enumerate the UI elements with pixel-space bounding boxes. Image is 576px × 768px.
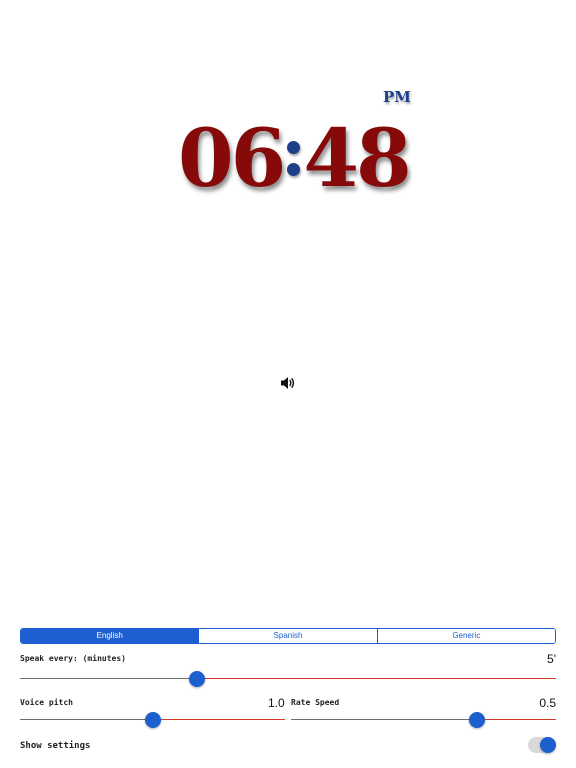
colon-dot-bottom <box>287 162 301 176</box>
slider-thumb[interactable] <box>468 712 485 728</box>
colon-dot-top <box>287 140 301 154</box>
clock-minutes: 48 <box>303 111 411 205</box>
rate-speed-value: 0.5 <box>539 696 556 710</box>
rate-speed-slider[interactable] <box>291 711 556 729</box>
speak-every-value: 5' <box>547 652 556 666</box>
clock-colon <box>287 110 301 206</box>
voice-pitch-value: 1.0 <box>268 696 285 710</box>
show-settings-label: Show settings <box>20 741 91 751</box>
slider-track-max <box>152 719 285 720</box>
speak-every-label: Speak every: (minutes) <box>20 654 126 663</box>
language-tab-english[interactable]: English <box>21 629 199 643</box>
language-selector: English Spanish Generic <box>20 628 556 644</box>
language-tab-spanish[interactable]: Spanish <box>198 629 377 643</box>
digital-clock: 06 48 <box>178 110 412 206</box>
slider-track-max <box>196 678 556 679</box>
language-tab-generic[interactable]: Generic <box>376 629 555 643</box>
ampm-indicator: PM <box>383 88 411 106</box>
show-settings-toggle[interactable] <box>528 737 556 753</box>
slider-track-max <box>476 719 556 720</box>
slider-track-min <box>20 719 153 720</box>
speaker-volume-icon[interactable] <box>279 374 297 392</box>
voice-pitch-slider[interactable] <box>20 711 285 729</box>
slider-track-min <box>20 678 197 679</box>
clock-hours: 06 <box>178 111 286 205</box>
speak-every-slider[interactable] <box>20 670 556 688</box>
slider-thumb[interactable] <box>144 712 161 728</box>
slider-track-min <box>291 719 477 720</box>
slider-thumb[interactable] <box>188 671 205 687</box>
rate-speed-label: Rate Speed <box>291 698 340 707</box>
toggle-knob <box>540 737 556 753</box>
voice-pitch-label: Voice pitch <box>20 698 73 707</box>
